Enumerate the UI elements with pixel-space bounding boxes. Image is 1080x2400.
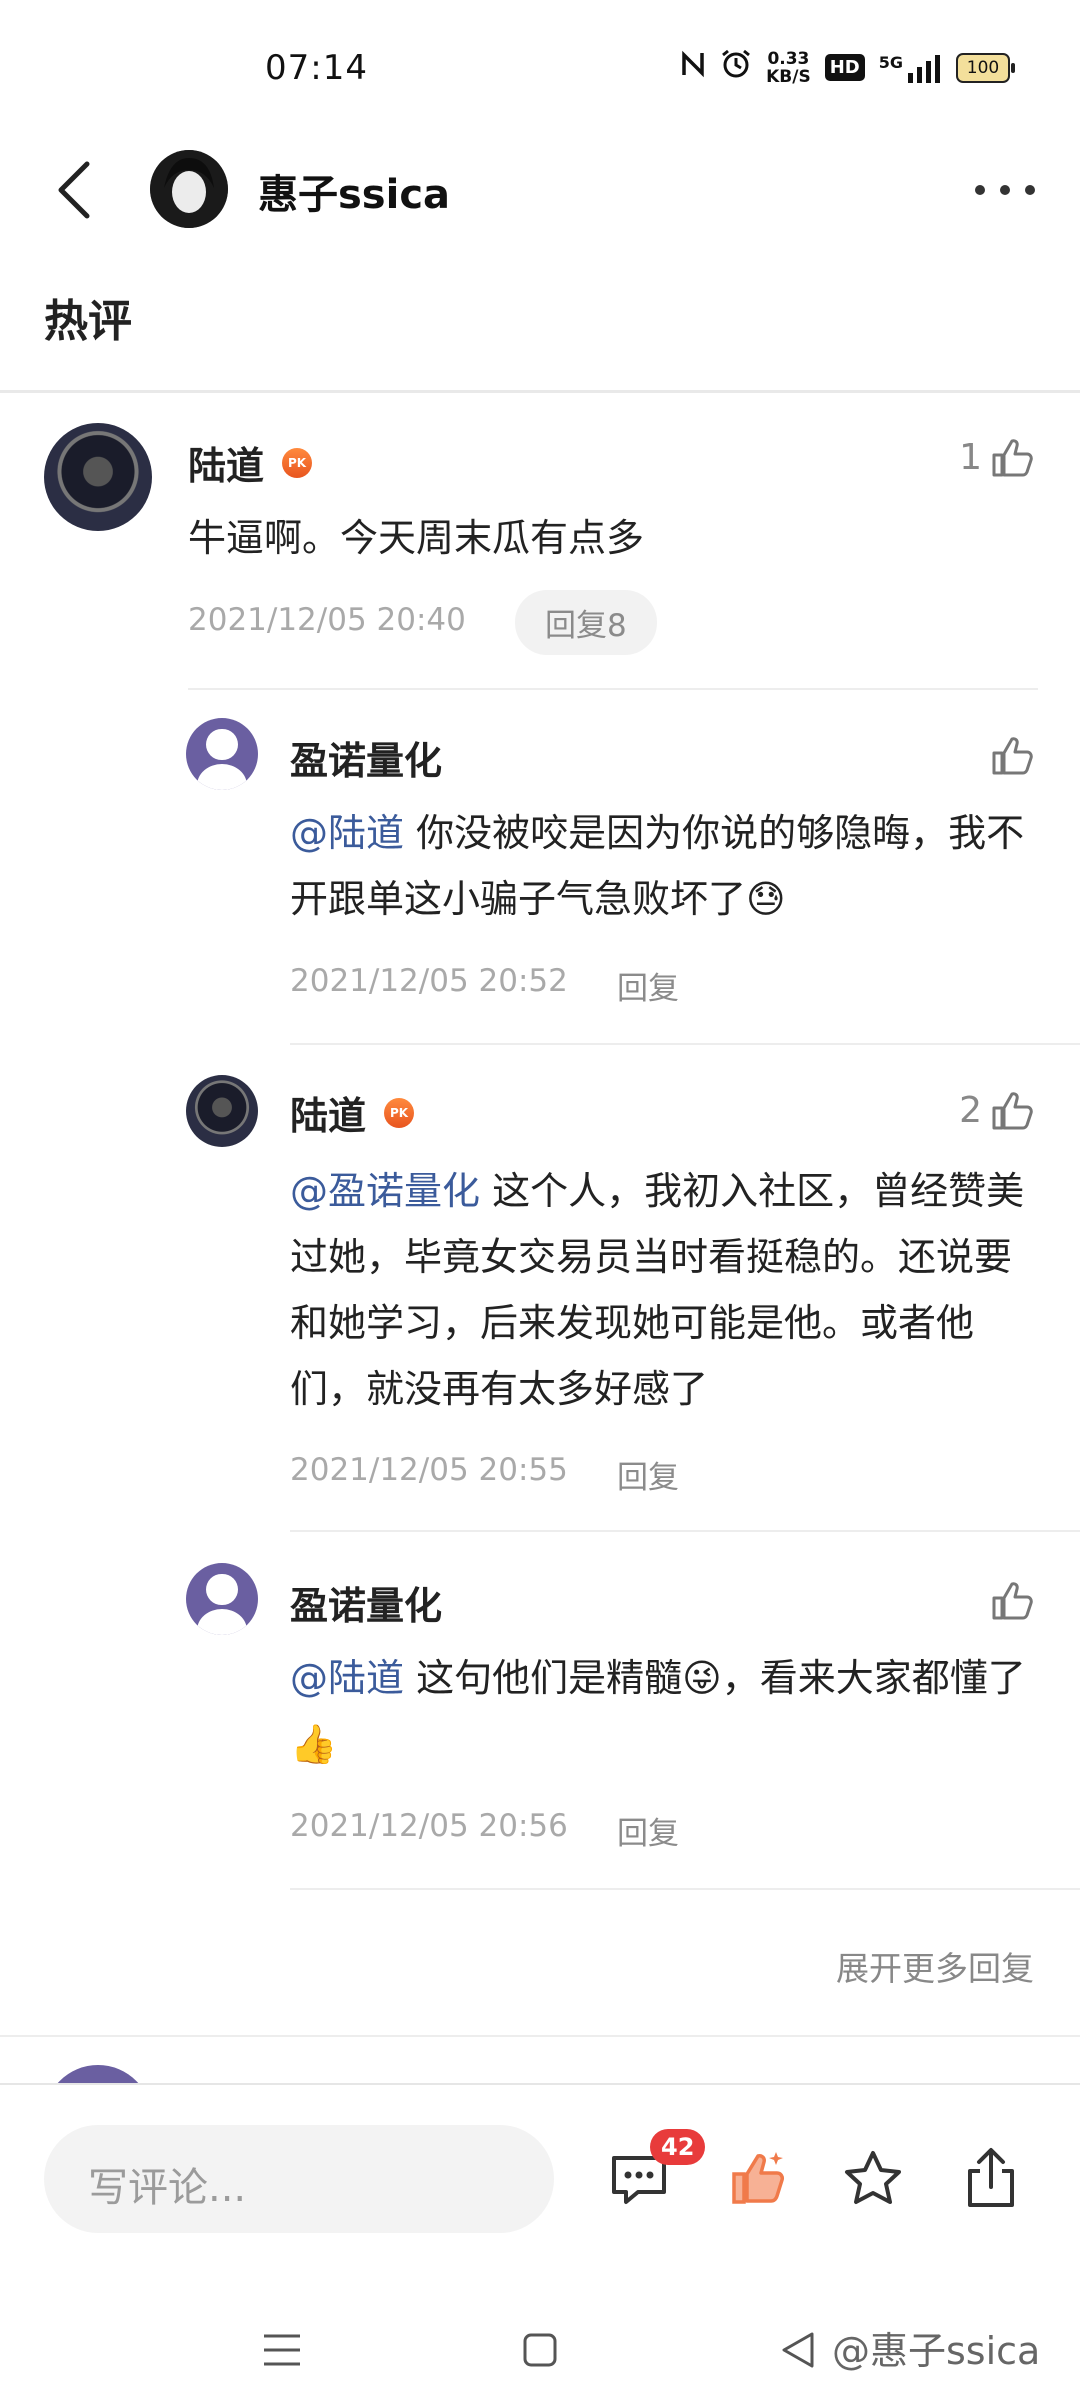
divider [290, 1043, 1080, 1045]
like-button[interactable] [990, 733, 1034, 777]
menu-icon [264, 2334, 300, 2366]
like-button[interactable]: 2 [959, 1088, 1034, 1132]
reply-text: @陆道 这句他们是精髓😜，看来大家都懂了👍 [290, 1645, 1030, 1777]
divider [0, 2083, 1080, 2085]
reply-button[interactable]: 回复 [617, 1808, 679, 1853]
divider [188, 688, 1038, 690]
status-time: 07:14 [265, 48, 368, 88]
thumbs-up-icon [992, 1092, 1033, 1130]
reply-button[interactable]: 回复 [617, 963, 679, 1008]
portrait-icon [150, 150, 228, 228]
reply-author[interactable]: 盈诺量化 [290, 730, 442, 785]
status-bar: 07:14 0.33 KB/S HD 5G 100 [0, 0, 1080, 140]
back-arrow-icon [58, 161, 90, 219]
comment-author[interactable]: 陆道 [188, 435, 264, 490]
alarm-icon [720, 48, 752, 87]
share-icon [968, 2148, 1014, 2207]
net-speed-unit: KB/S [766, 66, 811, 87]
comment-time: 2021/12/05 20:40 [188, 602, 466, 638]
battery-level: 100 [966, 57, 1000, 78]
reply-time: 2021/12/05 20:52 [290, 963, 568, 999]
share-button[interactable] [960, 2145, 1022, 2211]
reply-text: @陆道 你没被咬是因为你说的够隐晦，我不开跟单这小骗子气急败坏了😓 [290, 800, 1030, 932]
back-nav-button[interactable] [780, 2330, 816, 2374]
favorite-button[interactable] [842, 2148, 904, 2210]
divider [290, 1530, 1080, 1532]
divider [0, 390, 1080, 393]
like-button[interactable]: 1 [959, 435, 1034, 479]
back-button[interactable] [55, 160, 95, 220]
pk-badge-icon: PK [282, 447, 313, 478]
thumbs-up-icon [992, 439, 1033, 477]
like-count: 1 [959, 436, 982, 478]
reply-time: 2021/12/05 20:56 [290, 1808, 568, 1844]
home-square-icon [523, 2333, 557, 2367]
comment-header: 陆道 PK [188, 435, 313, 490]
star-icon [845, 2151, 901, 2204]
nfc-icon [680, 49, 706, 86]
status-icons: 0.33 KB/S HD 5G 100 [680, 48, 1015, 87]
reply-avatar[interactable] [186, 1075, 258, 1147]
net-speed-value: 0.33 [767, 48, 810, 69]
signal-icon: 5G [879, 53, 942, 83]
more-button[interactable] [970, 180, 1040, 200]
reply-text: @盈诺量化 这个人，我初入社区，曾经赞美过她，毕竟女交易员当时看挺稳的。还说要和… [290, 1158, 1030, 1422]
hd-badge: HD [824, 54, 865, 81]
more-dots-icon [975, 185, 1035, 195]
divider [290, 1888, 1080, 1890]
pk-badge-icon: PK [384, 1097, 415, 1128]
comment-input[interactable]: 写评论... [44, 2125, 554, 2233]
net-speed: 0.33 KB/S [766, 50, 811, 86]
like-post-button[interactable] [728, 2148, 790, 2210]
reply-count-button[interactable]: 回复8 [515, 590, 657, 655]
reply-author[interactable]: 陆道 [290, 1085, 366, 1140]
like-count: 2 [959, 1089, 982, 1131]
comment-count-badge: 42 [650, 2129, 706, 2165]
divider [0, 2035, 1080, 2037]
section-title: 热评 [44, 296, 132, 347]
thumbs-up-icon [992, 737, 1033, 775]
page-title: 惠子ssica [258, 172, 451, 218]
thumbs-up-active-icon [732, 2152, 784, 2204]
reply-button[interactable]: 回复 [617, 1452, 679, 1497]
battery-icon: 100 [956, 52, 1015, 83]
reply-avatar[interactable] [186, 718, 258, 790]
expand-more-replies-link[interactable]: 展开更多回复 [836, 1942, 1034, 1990]
author-avatar[interactable] [150, 150, 228, 228]
next-comment-avatar [44, 2065, 152, 2083]
mention-link[interactable]: @陆道 [290, 811, 404, 855]
reply-author[interactable]: 盈诺量化 [290, 1575, 442, 1630]
reply-time: 2021/12/05 20:55 [290, 1452, 568, 1488]
watermark-text: @惠子ssica [832, 2329, 1041, 2373]
reply-header: 陆道 PK [290, 1085, 415, 1140]
comment-text: 牛逼啊。今天周末瓜有点多 [188, 516, 645, 560]
thumbs-up-icon [992, 1582, 1033, 1620]
signal-label: 5G [878, 52, 903, 72]
comment-avatar[interactable] [44, 423, 152, 531]
mention-link[interactable]: @盈诺量化 [290, 1169, 480, 1213]
reply-avatar[interactable] [186, 1563, 258, 1635]
like-button[interactable] [990, 1578, 1034, 1622]
menu-nav-button[interactable] [262, 2332, 302, 2372]
home-nav-button[interactable] [522, 2332, 558, 2372]
mention-link[interactable]: @陆道 [290, 1656, 404, 1700]
comment-input-placeholder: 写评论... [88, 2165, 247, 2211]
system-nav-bar: @惠子ssica [0, 2290, 1080, 2400]
back-triangle-icon [782, 2332, 814, 2368]
